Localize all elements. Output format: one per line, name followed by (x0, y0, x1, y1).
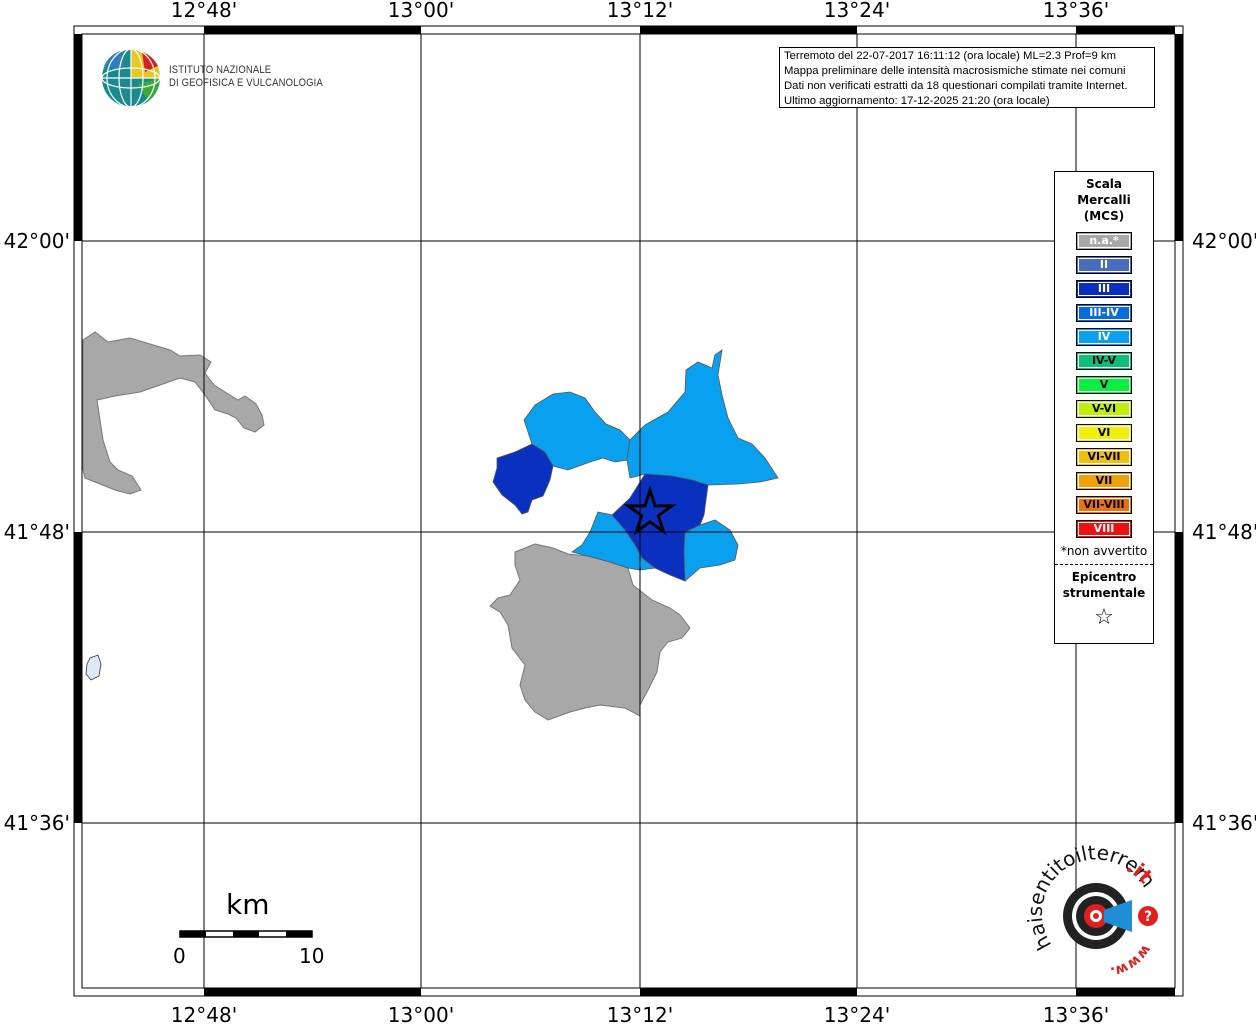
legend-title-line2: Mercalli (1077, 193, 1131, 207)
legend-epicenter-line2: strumentale (1062, 586, 1146, 600)
legend-item: V (1076, 376, 1132, 394)
legend-item: II (1076, 256, 1132, 274)
legend-item: V-VI (1076, 400, 1132, 418)
legend-star-icon: ☆ (1094, 605, 1114, 630)
legend-title-line3: (MCS) (1083, 209, 1125, 223)
scale-unit: km (226, 888, 270, 921)
ingv-name-line1: ISTITUTO NAZIONALE (169, 64, 272, 76)
ingv-globe-logo (101, 48, 161, 108)
legend-item: VI-VII (1076, 448, 1132, 466)
legend-item: IV (1076, 328, 1132, 346)
lon-label-top-5: 13°36' (1043, 0, 1109, 22)
scale-bar (179, 930, 313, 938)
legend-epicenter-title: Epicentro strumentale (1055, 569, 1153, 601)
lat-label-left-2: 41°48' (4, 520, 70, 544)
scale-end: 10 (299, 944, 325, 968)
legend-item: VII-VIII (1076, 496, 1132, 514)
lon-label-bottom-1: 12°48' (171, 1003, 237, 1024)
legend-item: IV-V (1076, 352, 1132, 370)
legend-item: III-IV (1076, 304, 1132, 322)
legend-item: VII (1076, 472, 1132, 490)
ingv-name-line2: DI GEOFISICA E VULCANOLOGIA (169, 77, 323, 89)
lat-label-left-3: 41°36' (4, 811, 70, 835)
svg-text:?: ? (1144, 909, 1152, 925)
lon-label-top-3: 13°12' (607, 0, 673, 22)
lat-label-right-2: 41°48' (1192, 520, 1256, 544)
lat-label-left-1: 42°00' (4, 229, 70, 253)
info-line1: Terremoto del 22-07-2017 16:11:12 (ora l… (784, 50, 1116, 62)
legend-item: III (1076, 280, 1132, 298)
legend-separator (1055, 564, 1153, 565)
legend-items: n.a.* II III III-IV IV IV-V V V-VI VI VI-VII VII VI… (1055, 232, 1153, 538)
legend-note: *non avvertito (1060, 544, 1148, 558)
legend-item: n.a.* (1076, 232, 1132, 250)
intensity-legend: Scala Mercalli (MCS) n.a.* II III III-IV IV I… (1054, 171, 1154, 644)
legend-title: Scala Mercalli (MCS) (1055, 176, 1153, 224)
earthquake-info-box: Terremoto del 22-07-2017 16:11:12 (ora l… (779, 47, 1155, 108)
ingv-name: ISTITUTO NAZIONALE DI GEOFISICA E VULCAN… (169, 64, 323, 90)
legend-epicenter-line1: Epicentro (1071, 570, 1137, 584)
lon-label-bottom-3: 13°12' (607, 1003, 673, 1024)
info-line3: Dati non verificati estratti da 18 quest… (784, 80, 1128, 92)
info-line2: Mappa preliminare delle intensità macros… (784, 65, 1126, 77)
legend-item: VIII (1076, 520, 1132, 538)
lon-label-top-4: 13°24' (824, 0, 890, 22)
info-line4: Ultimo aggiornamento: 17-12-2025 21:20 (… (784, 95, 1050, 107)
lon-label-bottom-5: 13°36' (1043, 1003, 1109, 1024)
scale-start: 0 (173, 944, 186, 968)
lat-label-right-3: 41°36' (1192, 811, 1256, 835)
lon-label-top-1: 12°48' (171, 0, 237, 22)
lat-label-right-1: 42°00' (1192, 229, 1256, 253)
lon-label-bottom-4: 13°24' (824, 1003, 890, 1024)
legend-title-line1: Scala (1085, 177, 1123, 191)
lon-label-top-2: 13°00' (388, 0, 454, 22)
lon-label-bottom-2: 13°00' (388, 1003, 454, 1024)
legend-item: VI (1076, 424, 1132, 442)
